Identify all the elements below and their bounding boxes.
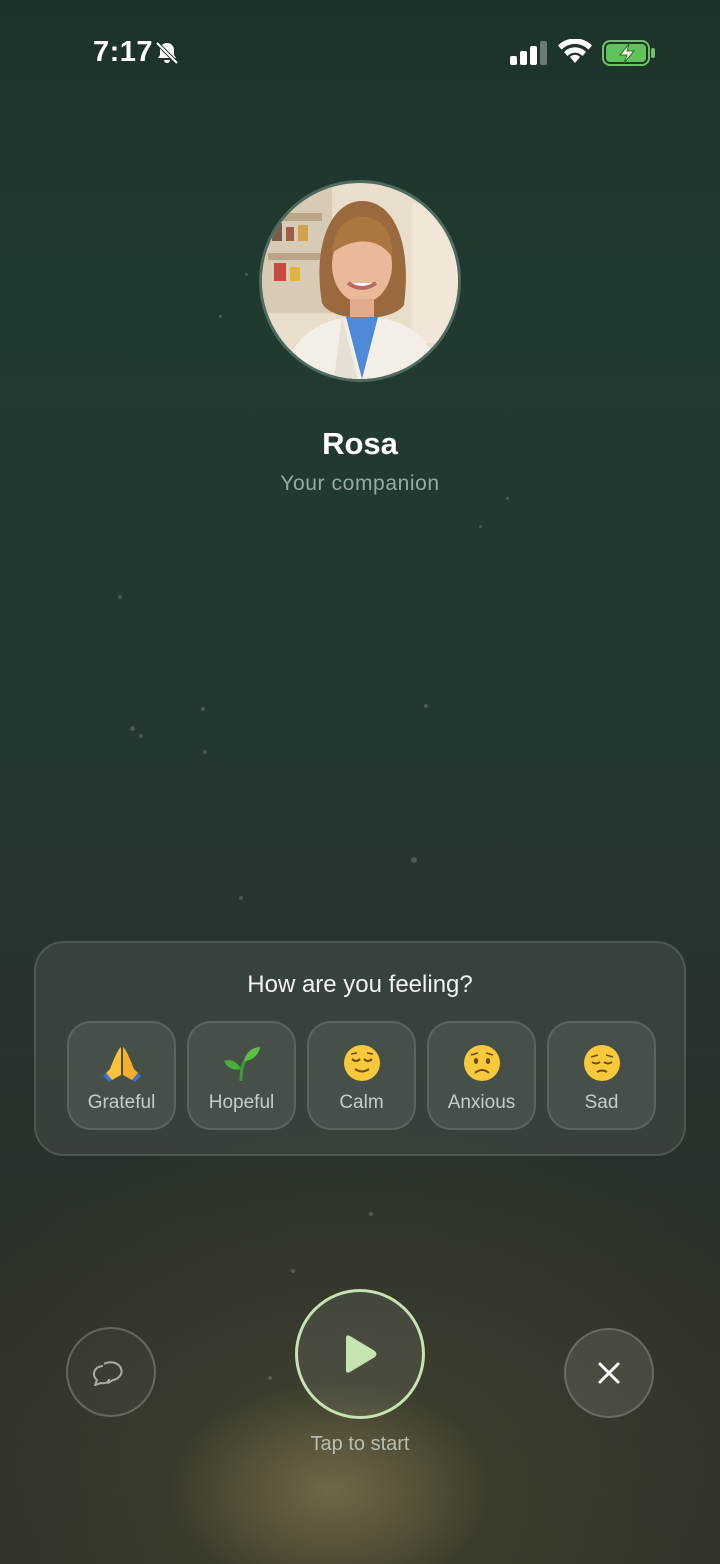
mood-label: Hopeful bbox=[208, 1092, 275, 1113]
pensive-face-icon bbox=[583, 1045, 620, 1081]
companion-name: Rosa bbox=[322, 426, 398, 461]
companion-photo bbox=[262, 183, 458, 379]
mood-option-hopeful[interactable]: Hopeful bbox=[187, 1021, 296, 1130]
mood-label: Anxious bbox=[447, 1092, 516, 1113]
battery-charging-icon bbox=[602, 40, 655, 66]
mood-option-anxious[interactable]: Anxious bbox=[427, 1021, 536, 1130]
play-button[interactable] bbox=[295, 1289, 425, 1419]
close-icon bbox=[598, 1362, 620, 1384]
mood-option-grateful[interactable]: Grateful bbox=[67, 1021, 176, 1130]
mood-option-sad[interactable]: Sad bbox=[547, 1021, 656, 1130]
companion-avatar bbox=[259, 180, 461, 382]
mood-options: Grateful Hopeful Calm Anxious Sad bbox=[67, 1021, 656, 1130]
mood-card: How are you feeling? Grateful Hopeful Ca… bbox=[34, 941, 686, 1156]
mood-question: How are you feeling? bbox=[247, 971, 473, 998]
mood-label: Sad bbox=[584, 1092, 619, 1113]
chat-button[interactable] bbox=[66, 1327, 156, 1417]
play-icon bbox=[346, 1335, 377, 1373]
cellular-signal-icon bbox=[510, 41, 547, 65]
mood-label: Calm bbox=[339, 1092, 384, 1113]
worried-face-icon bbox=[463, 1045, 500, 1081]
mood-label: Grateful bbox=[87, 1092, 156, 1113]
relieved-face-icon bbox=[343, 1045, 380, 1081]
mood-option-calm[interactable]: Calm bbox=[307, 1021, 416, 1130]
status-time: 7:17 bbox=[93, 36, 154, 68]
wifi-icon bbox=[558, 39, 592, 63]
tap-to-start-label: Tap to start bbox=[310, 1433, 410, 1455]
companion-subtitle: Your companion bbox=[280, 472, 440, 495]
folded-hands-icon bbox=[102, 1047, 141, 1082]
chat-bubbles-icon bbox=[92, 1361, 123, 1386]
seedling-icon bbox=[223, 1047, 260, 1082]
close-button[interactable] bbox=[564, 1328, 654, 1418]
bell-slash-icon bbox=[155, 41, 179, 65]
status-bar: 7:17 bbox=[0, 0, 720, 100]
